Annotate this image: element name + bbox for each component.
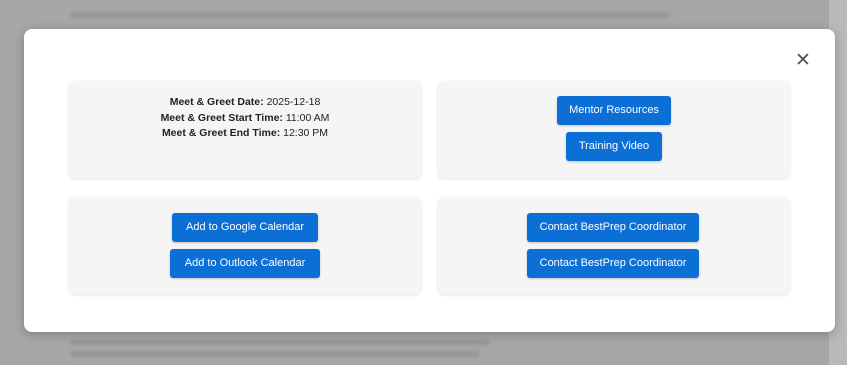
background-text-blurred xyxy=(70,351,480,357)
contact-card: Contact BestPrep Coordinator Contact Bes… xyxy=(438,197,790,294)
add-to-outlook-calendar-button[interactable]: Add to Outlook Calendar xyxy=(170,249,320,278)
calendar-card: Add to Google Calendar Add to Outlook Ca… xyxy=(69,197,421,294)
meet-greet-start-label: Meet & Greet Start Time: xyxy=(160,111,283,124)
meet-greet-start-line: Meet & Greet Start Time: 11:00 AM xyxy=(69,111,421,127)
meet-greet-modal: ✕ Meet & Greet Date: 2025-12-18 Meet & G… xyxy=(24,29,835,332)
meet-greet-end-label: Meet & Greet End Time: xyxy=(161,127,281,139)
meet-greet-date-label: Meet & Greet Date: xyxy=(169,96,264,108)
background-text-blurred xyxy=(70,12,670,18)
meet-greet-date-value: 2025-12-18 xyxy=(266,96,321,108)
meet-greet-end-line: Meet & Greet End Time: 12:30 PM xyxy=(69,126,421,142)
training-video-button[interactable]: Training Video xyxy=(566,132,662,161)
meet-greet-details: Meet & Greet Date: 2025-12-18 Meet & Gre… xyxy=(69,95,421,142)
meet-greet-date-line: Meet & Greet Date: 2025-12-18 xyxy=(69,95,421,111)
meet-greet-end-value: 12:30 PM xyxy=(283,127,329,139)
background-text-blurred xyxy=(70,339,490,345)
meet-greet-details-card: Meet & Greet Date: 2025-12-18 Meet & Gre… xyxy=(69,81,421,178)
contact-coordinator-button[interactable]: Contact BestPrep Coordinator xyxy=(527,213,699,242)
meet-greet-start-value: 11:00 AM xyxy=(285,111,330,124)
add-to-google-calendar-button[interactable]: Add to Google Calendar xyxy=(172,213,318,242)
mentor-resources-button[interactable]: Mentor Resources xyxy=(557,96,671,125)
modal-backdrop[interactable]: ✕ Meet & Greet Date: 2025-12-18 Meet & G… xyxy=(0,0,847,365)
resources-card: Mentor Resources Training Video xyxy=(438,81,790,178)
contact-coordinator-button-secondary[interactable]: Contact BestPrep Coordinator xyxy=(527,249,699,278)
close-icon[interactable]: ✕ xyxy=(792,49,814,71)
